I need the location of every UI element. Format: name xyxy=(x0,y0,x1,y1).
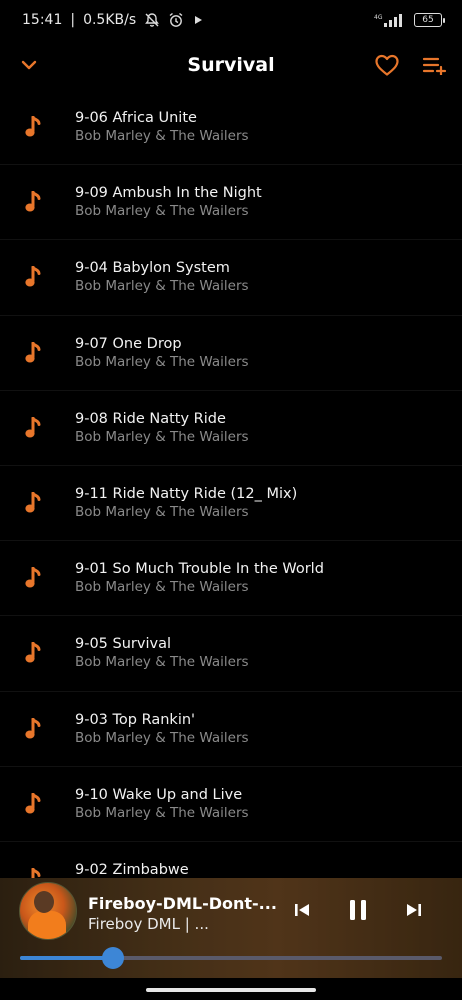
track-title: 9-04 Babylon System xyxy=(75,260,230,277)
track-row[interactable]: 9-10 Wake Up and Live Bob Marley & The W… xyxy=(0,767,462,842)
track-texts: 9-04 Babylon System Bob Marley & The Wai… xyxy=(75,259,249,295)
track-artist: Bob Marley & The Wailers xyxy=(75,654,249,671)
track-artist: Bob Marley & The Wailers xyxy=(75,579,249,596)
status-left: 15:41 | 0.5KB/s xyxy=(22,12,204,28)
track-artist: Bob Marley & The Wailers xyxy=(75,729,249,746)
music-note-icon xyxy=(22,792,44,815)
track-list[interactable]: 9-06 Africa Unite Bob Marley & The Waile… xyxy=(0,90,462,878)
status-time: 15:41 xyxy=(22,12,63,28)
notifications-off-icon xyxy=(144,12,160,28)
progress-fill xyxy=(20,956,113,960)
track-artist: Bob Marley & The Wailers xyxy=(75,804,249,821)
track-texts: 9-01 So Much Trouble In the World Bob Ma… xyxy=(75,560,324,596)
track-row[interactable]: 9-09 Ambush In the Night Bob Marley & Th… xyxy=(0,165,462,241)
track-title: 9-06 Africa Unite xyxy=(75,110,197,127)
track-texts: 9-09 Ambush In the Night Bob Marley & Th… xyxy=(75,184,262,220)
track-row[interactable]: 9-01 So Much Trouble In the World Bob Ma… xyxy=(0,541,462,617)
mini-player[interactable]: Fireboy-DML-Dont-... Fireboy DML | ... xyxy=(0,878,462,978)
system-nav-bar xyxy=(0,978,462,1000)
track-texts: 9-02 Zimbabwe Bob Marley & The Wailers xyxy=(75,861,249,878)
skip-next-icon[interactable] xyxy=(402,898,426,922)
progress-thumb[interactable] xyxy=(101,947,124,969)
track-artist: Bob Marley & The Wailers xyxy=(75,128,249,145)
skip-previous-icon[interactable] xyxy=(290,898,314,922)
music-note-icon xyxy=(22,567,44,589)
track-row[interactable]: 9-04 Babylon System Bob Marley & The Wai… xyxy=(0,240,462,316)
track-title: 9-11 Ride Natty Ride (12_ Mix) xyxy=(75,486,298,503)
music-note-icon xyxy=(22,717,44,740)
track-title: 9-01 So Much Trouble In the World xyxy=(75,561,324,578)
music-note-icon xyxy=(22,492,44,514)
track-texts: 9-03 Top Rankin' Bob Marley & The Wailer… xyxy=(75,711,249,747)
signal-4g-icon: 4G xyxy=(374,13,404,27)
track-row[interactable]: 9-05 Survival Bob Marley & The Wailers xyxy=(0,616,462,692)
track-artist: Bob Marley & The Wailers xyxy=(75,353,249,370)
track-row[interactable]: 9-07 One Drop Bob Marley & The Wailers xyxy=(0,316,462,391)
home-indicator[interactable] xyxy=(146,988,316,992)
track-texts: 9-10 Wake Up and Live Bob Marley & The W… xyxy=(75,786,249,822)
music-note-icon xyxy=(22,867,44,878)
favorite-heart-icon[interactable] xyxy=(374,53,400,77)
track-texts: 9-06 Africa Unite Bob Marley & The Waile… xyxy=(75,109,249,145)
track-row[interactable]: 9-02 Zimbabwe Bob Marley & The Wailers xyxy=(0,842,462,878)
svg-text:4G: 4G xyxy=(374,14,383,21)
album-art[interactable] xyxy=(19,882,77,940)
track-title: 9-03 Top Rankin' xyxy=(75,711,196,728)
status-right: 4G 65 xyxy=(374,13,445,27)
music-note-icon xyxy=(22,116,44,138)
track-title: 9-10 Wake Up and Live xyxy=(75,786,243,803)
music-note-icon xyxy=(22,266,44,288)
progress-bar[interactable] xyxy=(20,947,442,969)
track-artist: Bob Marley & The Wailers xyxy=(75,278,249,295)
track-title: 9-08 Ride Natty Ride xyxy=(75,410,226,427)
pause-icon[interactable] xyxy=(344,896,372,924)
battery-icon: 65 xyxy=(414,13,445,27)
chevron-down-icon[interactable] xyxy=(20,59,38,71)
track-row[interactable]: 9-11 Ride Natty Ride (12_ Mix) Bob Marle… xyxy=(0,466,462,542)
alarm-icon xyxy=(168,12,184,28)
header-actions xyxy=(374,53,448,77)
album-art-face xyxy=(34,891,54,913)
track-title: 9-05 Survival xyxy=(75,636,171,653)
now-playing-title: Fireboy-DML-Dont-... xyxy=(88,894,277,913)
status-bar: 15:41 | 0.5KB/s 4G 65 xyxy=(0,0,462,40)
track-artist: Bob Marley & The Wailers xyxy=(75,428,249,445)
track-row[interactable]: 9-08 Ride Natty Ride Bob Marley & The Wa… xyxy=(0,391,462,466)
music-note-icon xyxy=(22,341,44,364)
music-note-icon xyxy=(22,642,44,664)
track-texts: 9-11 Ride Natty Ride (12_ Mix) Bob Marle… xyxy=(75,485,297,521)
music-note-icon xyxy=(22,191,44,213)
album-art-figure xyxy=(28,911,66,939)
now-playing-artist: Fireboy DML | ... xyxy=(88,915,209,933)
track-title: 9-02 Zimbabwe xyxy=(75,861,189,878)
track-row[interactable]: 9-03 Top Rankin' Bob Marley & The Wailer… xyxy=(0,692,462,767)
track-texts: 9-08 Ride Natty Ride Bob Marley & The Wa… xyxy=(75,410,249,446)
track-title: 9-09 Ambush In the Night xyxy=(75,185,262,202)
track-row[interactable]: 9-06 Africa Unite Bob Marley & The Waile… xyxy=(0,90,462,166)
track-texts: 9-07 One Drop Bob Marley & The Wailers xyxy=(75,335,249,371)
track-artist: Bob Marley & The Wailers xyxy=(75,504,249,521)
music-note-icon xyxy=(22,416,44,439)
play-icon xyxy=(192,14,204,26)
track-title: 9-07 One Drop xyxy=(75,335,182,352)
track-texts: 9-05 Survival Bob Marley & The Wailers xyxy=(75,635,249,671)
battery-level: 65 xyxy=(422,15,434,25)
status-separator: | xyxy=(70,12,76,28)
app-header: Survival xyxy=(0,40,462,90)
add-to-playlist-icon[interactable] xyxy=(422,55,448,75)
track-artist: Bob Marley & The Wailers xyxy=(75,203,249,220)
network-speed: 0.5KB/s xyxy=(83,12,137,28)
